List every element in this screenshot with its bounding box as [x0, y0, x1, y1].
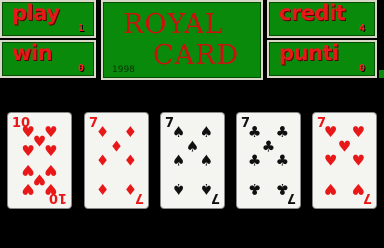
title-panel: ROYAL CARD 1998	[101, 0, 263, 80]
clubs-pip-icon: ♣	[276, 152, 289, 170]
clubs-pip-icon: ♣	[248, 180, 261, 198]
spades-pip-icon: ♠	[172, 180, 185, 198]
clubs-pip-icon: ♣	[248, 152, 261, 170]
hearts-pip-icon: ♥	[44, 142, 57, 160]
card-5[interactable]: 7 7 ♥ ♥ ♥ ♥ ♥ ♥ ♥	[313, 113, 376, 208]
card-3[interactable]: 7 7 ♠ ♠ ♠ ♠ ♠ ♠ ♠	[161, 113, 224, 208]
credit-label: credit	[279, 1, 346, 25]
diamonds-pip-icon: ♦	[96, 123, 109, 141]
spades-pip-icon: ♠	[186, 137, 199, 155]
diamonds-pip-icon: ♦	[124, 180, 137, 198]
diamonds-pip-icon: ♦	[96, 152, 109, 170]
hearts-pip-icon: ♥	[352, 123, 365, 141]
hearts-pip-icon: ♥	[21, 180, 34, 198]
credit-panel: credit 4	[267, 0, 377, 38]
hearts-pip-icon: ♥	[324, 180, 337, 198]
spades-pip-icon: ♠	[200, 180, 213, 198]
clubs-pip-icon: ♣	[276, 180, 289, 198]
title-royal: ROYAL	[123, 9, 224, 40]
hearts-pip-icon: ♥	[21, 142, 34, 160]
card-1[interactable]: 10 10 ♥ ♥ ♥ ♥ ♥ ♥ ♥ ♥ ♥ ♥	[8, 113, 71, 208]
diamonds-pip-icon: ♦	[124, 123, 137, 141]
spades-pip-icon: ♠	[200, 123, 213, 141]
hearts-pip-icon: ♥	[352, 152, 365, 170]
clubs-pip-icon: ♣	[248, 123, 261, 141]
spades-pip-icon: ♠	[200, 152, 213, 170]
card-2[interactable]: 7 7 ♦ ♦ ♦ ♦ ♦ ♦ ♦	[85, 113, 148, 208]
play-value: 1	[77, 23, 84, 34]
play-panel: play 1	[0, 0, 96, 38]
play-label: play	[12, 1, 60, 25]
card-4[interactable]: 7 7 ♣ ♣ ♣ ♣ ♣ ♣ ♣	[237, 113, 300, 208]
credit-value: 4	[358, 23, 365, 34]
title-card: CARD	[153, 40, 240, 71]
hearts-pip-icon: ♥	[324, 123, 337, 141]
side-marker	[379, 70, 384, 78]
win-panel: win 0	[0, 40, 96, 78]
punti-panel: punti 0	[267, 40, 377, 78]
hearts-pip-icon: ♥	[44, 180, 57, 198]
diamonds-pip-icon: ♦	[124, 152, 137, 170]
year-label: 1998	[112, 65, 135, 75]
hearts-pip-icon: ♥	[338, 137, 351, 155]
clubs-pip-icon: ♣	[276, 123, 289, 141]
diamonds-pip-icon: ♦	[110, 137, 123, 155]
diamonds-pip-icon: ♦	[96, 180, 109, 198]
win-value: 0	[77, 63, 84, 74]
spades-pip-icon: ♠	[172, 152, 185, 170]
punti-value: 0	[358, 63, 365, 74]
hearts-pip-icon: ♥	[324, 152, 337, 170]
hearts-pip-icon: ♥	[352, 180, 365, 198]
punti-label: punti	[279, 41, 339, 65]
clubs-pip-icon: ♣	[262, 137, 275, 155]
win-label: win	[12, 41, 53, 65]
spades-pip-icon: ♠	[172, 123, 185, 141]
